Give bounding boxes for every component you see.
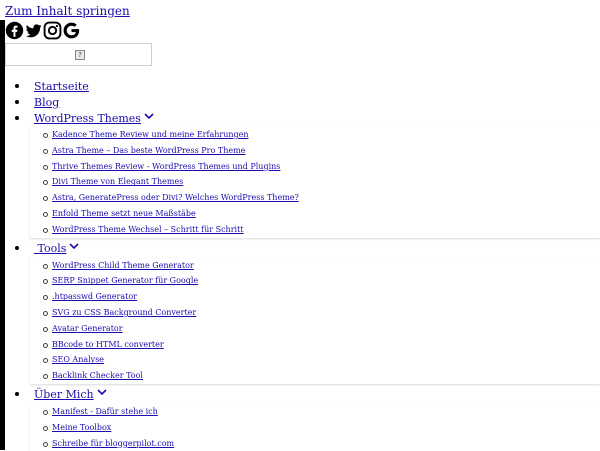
- menu-item-ueber-mich: Über Mich Manifest - Dafür stehe ich Mei…: [5, 386, 600, 451]
- twitter-icon[interactable]: [24, 21, 43, 40]
- submenu-item: SVG zu CSS Background Converter: [30, 305, 600, 321]
- facebook-icon[interactable]: [5, 21, 24, 40]
- submenu-item: .htpasswd Generator: [30, 289, 600, 305]
- submenu-item: Divi Theme von Elegant Themes: [30, 174, 600, 190]
- circle-bullet-icon: [43, 227, 48, 233]
- main-navigation: Startseite Blog WordPress Themes Kadence…: [5, 78, 600, 451]
- menu-link-blog[interactable]: Blog: [34, 96, 59, 109]
- submenu-link[interactable]: Kadence Theme Review und meine Erfahrung…: [52, 130, 249, 139]
- circle-bullet-icon: [43, 326, 48, 332]
- submenu-link[interactable]: WordPress Theme Wechsel – Schritt für Sc…: [52, 225, 244, 234]
- submenu-item: Kadence Theme Review und meine Erfahrung…: [30, 127, 600, 143]
- page-frame: ? Startseite Blog WordPress Themes Kaden: [0, 20, 600, 451]
- submenu-link[interactable]: Astra Theme – Das beste WordPress Pro Th…: [52, 146, 245, 155]
- submenu-link[interactable]: Schreibe für bloggerpilot.com: [52, 439, 174, 448]
- circle-bullet-icon: [43, 342, 48, 348]
- menu-item-tools: Tools WordPress Child Theme Generator SE…: [5, 240, 600, 384]
- submenu-item: Thrive Themes Review - WordPress Themes …: [30, 159, 600, 175]
- bullet-icon: [15, 245, 19, 250]
- submenu-link[interactable]: SVG zu CSS Background Converter: [52, 308, 196, 317]
- submenu-link[interactable]: Astra, GeneratePress oder Divi? Welches …: [52, 193, 299, 202]
- circle-bullet-icon: [43, 196, 48, 202]
- submenu-item: Manifest - Dafür stehe ich: [30, 404, 600, 420]
- circle-bullet-icon: [43, 425, 48, 431]
- submenu-link[interactable]: WordPress Child Theme Generator: [52, 261, 194, 270]
- circle-bullet-icon: [43, 310, 48, 316]
- circle-bullet-icon: [43, 374, 48, 380]
- submenu-item: Schreibe für bloggerpilot.com: [30, 436, 600, 451]
- circle-bullet-icon: [43, 295, 48, 301]
- circle-bullet-icon: [43, 263, 48, 269]
- submenu-link[interactable]: Avatar Generator: [52, 324, 123, 333]
- circle-bullet-icon: [43, 358, 48, 364]
- broken-image-icon: ?: [75, 50, 85, 60]
- submenu-wordpress-themes: Kadence Theme Review und meine Erfahrung…: [30, 127, 600, 238]
- submenu-link[interactable]: .htpasswd Generator: [52, 292, 137, 301]
- circle-bullet-icon: [43, 409, 48, 415]
- menu-link-wordpress-themes[interactable]: WordPress Themes: [34, 112, 141, 125]
- menu-item-blog: Blog: [5, 94, 600, 110]
- submenu-ueber-mich: Manifest - Dafür stehe ich Meine Toolbox…: [30, 403, 600, 451]
- submenu-item: Avatar Generator: [30, 321, 600, 337]
- submenu-link[interactable]: BBcode to HTML converter: [52, 340, 164, 349]
- site-logo[interactable]: ?: [5, 43, 152, 66]
- header-area: ? Startseite Blog WordPress Themes Kaden: [5, 20, 600, 451]
- submenu-item: WordPress Child Theme Generator: [30, 258, 600, 274]
- submenu-link[interactable]: Manifest - Dafür stehe ich: [52, 407, 158, 416]
- menu-item-wordpress-themes: WordPress Themes Kadence Theme Review un…: [5, 110, 600, 238]
- instagram-icon[interactable]: [43, 21, 62, 40]
- bullet-icon: [15, 100, 19, 104]
- submenu-link[interactable]: Backlink Checker Tool: [52, 371, 143, 380]
- submenu-item: SEO Analyse: [30, 352, 600, 368]
- menu-item-startseite: Startseite: [5, 78, 600, 94]
- circle-bullet-icon: [43, 180, 48, 186]
- bullet-icon: [15, 391, 19, 396]
- chevron-down-icon[interactable]: [96, 386, 108, 398]
- submenu-item: Backlink Checker Tool: [30, 368, 600, 384]
- bullet-icon: [15, 84, 19, 88]
- bullet-icon: [15, 116, 19, 120]
- menu-link-startseite[interactable]: Startseite: [34, 80, 89, 93]
- submenu-link[interactable]: Enfold Theme setzt neue Maßstäbe: [52, 209, 196, 218]
- submenu-item: Enfold Theme setzt neue Maßstäbe: [30, 206, 600, 222]
- circle-bullet-icon: [43, 148, 48, 154]
- submenu-item: BBcode to HTML converter: [30, 337, 600, 353]
- circle-bullet-icon: [43, 279, 48, 285]
- menu-link-tools[interactable]: Tools: [34, 242, 66, 255]
- submenu-item: WordPress Theme Wechsel – Schritt für Sc…: [30, 222, 600, 238]
- submenu-item: Astra Theme – Das beste WordPress Pro Th…: [30, 143, 600, 159]
- chevron-down-icon[interactable]: [68, 240, 80, 252]
- circle-bullet-icon: [43, 133, 48, 138]
- circle-bullet-icon: [43, 211, 48, 217]
- submenu-item: Meine Toolbox: [30, 420, 600, 436]
- chevron-down-icon[interactable]: [143, 110, 155, 122]
- skip-to-content-link[interactable]: Zum Inhalt springen: [5, 4, 130, 18]
- submenu-link[interactable]: Thrive Themes Review - WordPress Themes …: [52, 162, 280, 171]
- submenu-link[interactable]: SERP Snippet Generator für Google: [52, 276, 198, 285]
- submenu-tools: WordPress Child Theme Generator SERP Sni…: [30, 257, 600, 384]
- submenu-link[interactable]: SEO Analyse: [52, 355, 104, 364]
- submenu-item: SERP Snippet Generator für Google: [30, 273, 600, 289]
- google-icon[interactable]: [62, 21, 81, 40]
- circle-bullet-icon: [43, 441, 48, 447]
- submenu-link[interactable]: Meine Toolbox: [52, 423, 111, 432]
- submenu-item: Astra, GeneratePress oder Divi? Welches …: [30, 190, 600, 206]
- menu-link-ueber-mich[interactable]: Über Mich: [34, 388, 94, 401]
- circle-bullet-icon: [43, 164, 48, 170]
- submenu-link[interactable]: Divi Theme von Elegant Themes: [52, 177, 183, 186]
- social-icons: [5, 20, 81, 40]
